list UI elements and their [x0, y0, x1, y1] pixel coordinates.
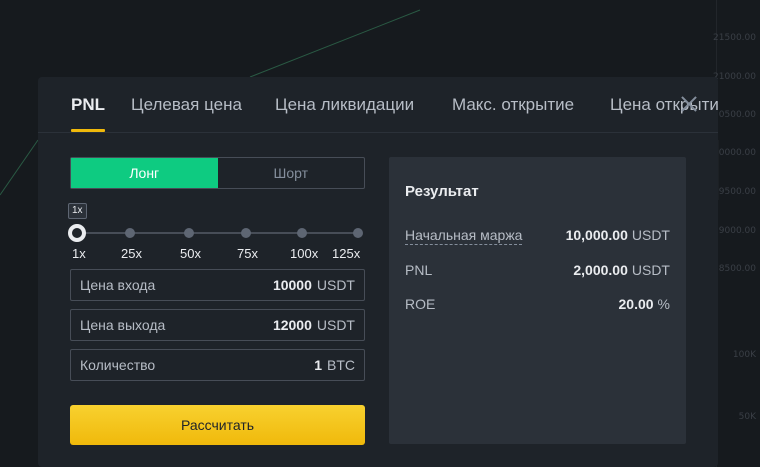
entry-price-field[interactable]: Цена входа 10000 USDT	[70, 269, 365, 301]
leverage-mark-label: 100x	[290, 246, 319, 261]
leverage-step-dot[interactable]	[353, 228, 363, 238]
leverage-step-dot[interactable]	[125, 228, 135, 238]
tab-liquidation-price[interactable]: Цена ликвидации	[275, 95, 414, 115]
leverage-mark-label: 25x	[121, 246, 142, 261]
roe-label: ROE	[405, 296, 436, 312]
initial-margin-amount: 10,000.00	[565, 227, 628, 243]
leverage-mark-label: 1x	[72, 246, 86, 261]
short-button[interactable]: Шорт	[218, 158, 365, 188]
entry-price-unit: USDT	[316, 277, 355, 293]
price-tick: 20500.00	[713, 110, 756, 120]
initial-margin-label[interactable]: Начальная маржа	[405, 227, 523, 245]
leverage-mark-label: 75x	[237, 246, 258, 261]
leverage-step-dot[interactable]	[184, 228, 194, 238]
tab-pnl[interactable]: PNL	[71, 95, 105, 115]
leverage-step-dot[interactable]	[297, 228, 307, 238]
tab-max-open[interactable]: Макс. открытие	[452, 95, 574, 115]
position-side-toggle: Лонг Шорт	[70, 157, 365, 189]
price-axis: 21500.00 21000.00 20500.00 20000.00 1950…	[713, 0, 760, 467]
pnl-value: 2,000.00 USDT	[573, 262, 670, 278]
tab-open-price[interactable]: Цена открытия	[610, 95, 718, 115]
chart-line	[0, 139, 39, 196]
price-tick: 21500.00	[713, 33, 756, 43]
pnl-amount: 2,000.00	[573, 262, 628, 278]
result-title: Результат	[405, 183, 479, 200]
price-tick: 21000.00	[713, 72, 756, 82]
pnl-label: PNL	[405, 262, 433, 278]
roe-value: 20.00%	[619, 296, 671, 312]
price-tick: 20000.00	[713, 148, 756, 158]
leverage-step-dot[interactable]	[241, 228, 251, 238]
tab-target-price[interactable]: Целевая цена	[131, 95, 242, 115]
quantity-label: Количество	[80, 357, 156, 373]
leverage-mark-label: 125x	[332, 246, 361, 261]
quantity-field[interactable]: Количество 1 BTC	[70, 349, 365, 381]
roe-unit: %	[657, 296, 670, 312]
futures-calculator-modal: PNL Целевая цена Цена ликвидации Макс. о…	[38, 77, 718, 467]
quantity-unit: BTC	[327, 357, 355, 373]
exit-price-label: Цена выхода	[80, 317, 166, 333]
exit-price-field[interactable]: Цена выхода 12000 USDT	[70, 309, 365, 341]
calculator-tabs: PNL Целевая цена Цена ликвидации Макс. о…	[38, 77, 718, 133]
leverage-slider-handle[interactable]	[68, 224, 86, 242]
calculate-button[interactable]: Рассчитать	[70, 405, 365, 445]
price-tick: 18500.00	[713, 264, 756, 274]
leverage-mark-label: 50x	[180, 246, 201, 261]
entry-price-value[interactable]: 10000	[273, 277, 312, 293]
price-tick: 19500.00	[713, 187, 756, 197]
chart-line	[249, 9, 421, 78]
entry-price-label: Цена входа	[80, 277, 156, 293]
exit-price-unit: USDT	[316, 317, 355, 333]
initial-margin-value: 10,000.00 USDT	[566, 227, 670, 243]
active-tab-indicator	[71, 129, 105, 132]
price-tick: 19000.00	[713, 226, 756, 236]
volume-tick: 100K	[732, 350, 756, 360]
close-icon[interactable]	[678, 93, 700, 115]
pnl-unit: USDT	[631, 262, 670, 278]
volume-tick: 50K	[738, 412, 756, 422]
exit-price-value[interactable]: 12000	[273, 317, 312, 333]
quantity-value[interactable]: 1	[314, 357, 322, 373]
long-button[interactable]: Лонг	[71, 158, 218, 188]
leverage-slider-track[interactable]	[78, 232, 358, 234]
roe-amount: 20.00	[618, 296, 654, 312]
leverage-tooltip: 1x	[68, 203, 87, 219]
result-panel: Результат Начальная маржа 10,000.00 USDT …	[389, 157, 686, 444]
initial-margin-unit: USDT	[631, 227, 670, 243]
